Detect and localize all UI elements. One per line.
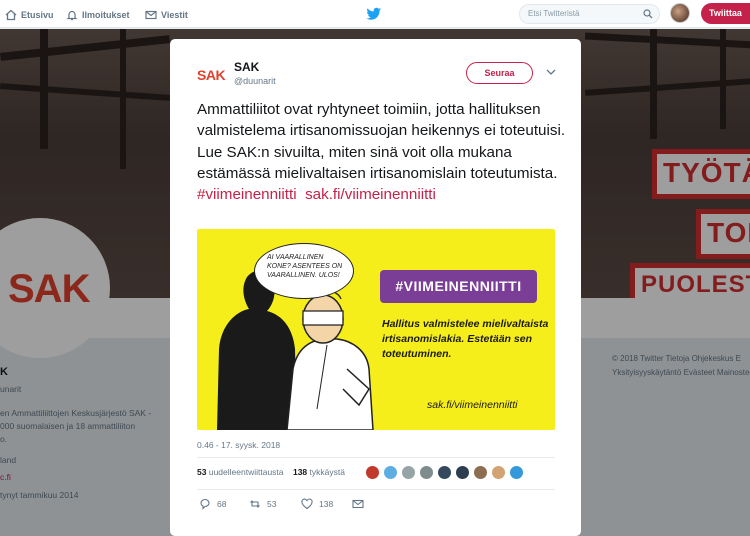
author-name[interactable]: SAK — [234, 60, 259, 74]
reply-icon — [200, 498, 210, 510]
retweet-action[interactable]: 53 — [249, 498, 276, 510]
user-avatar[interactable] — [670, 3, 690, 23]
follow-button[interactable]: Seuraa — [466, 62, 533, 84]
chevron-down-icon[interactable] — [546, 68, 556, 76]
media-body-text: Hallitus valmistelee mielivaltaista irti… — [382, 318, 549, 360]
retweets-count[interactable]: 53 — [197, 467, 206, 477]
message-action[interactable] — [352, 498, 364, 510]
nav-messages[interactable]: Viestit — [145, 7, 188, 23]
liker-avatar[interactable] — [473, 465, 488, 480]
liker-avatar[interactable] — [365, 465, 380, 480]
likers-avatars — [365, 465, 524, 480]
liker-avatar[interactable] — [455, 465, 470, 480]
search-placeholder: Etsi Twitteristä — [528, 9, 580, 18]
liker-avatar[interactable] — [383, 465, 398, 480]
nav-notifications[interactable]: Ilmoitukset — [66, 7, 130, 23]
retweet-count: 53 — [267, 499, 277, 509]
liker-avatar[interactable] — [419, 465, 434, 480]
liker-avatar[interactable] — [401, 465, 416, 480]
liker-avatar[interactable] — [509, 465, 524, 480]
home-icon — [5, 9, 17, 21]
liker-avatar[interactable] — [491, 465, 506, 480]
media-url: sak.fi/viimeinenniitti — [427, 399, 518, 411]
nav-home-label: Etusivu — [21, 10, 54, 20]
media-hashtag-banner: #VIIMEINENNIITTI — [380, 270, 537, 303]
bell-icon — [66, 10, 78, 21]
tweet-button[interactable]: Twiittaa — [701, 3, 750, 24]
top-navigation: Etusivu Ilmoitukset Viestit Etsi Twitter… — [0, 0, 750, 28]
author-avatar[interactable]: SAK — [197, 67, 226, 83]
envelope-icon — [145, 10, 157, 20]
tweet-body: Ammattiliitot ovat ryhtyneet toimiin, jo… — [197, 101, 566, 182]
search-input[interactable]: Etsi Twitteristä — [519, 4, 660, 24]
envelope-icon — [352, 499, 364, 509]
likes-count[interactable]: 138 — [293, 467, 307, 477]
tweet-media-image[interactable]: AI VAARALLINEN KONE? ASENTEES ON VAARALL… — [197, 229, 555, 430]
twitter-bird-icon[interactable] — [366, 7, 382, 21]
divider — [197, 489, 555, 490]
author-handle[interactable]: @duunarit — [234, 76, 276, 86]
tweet-hashtag[interactable]: #viimeinenniitti — [197, 186, 297, 203]
likes-label[interactable]: tykkäystä — [310, 467, 345, 477]
heart-icon — [301, 498, 313, 510]
reply-action[interactable]: 68 — [199, 498, 226, 510]
retweet-icon — [250, 500, 260, 508]
nav-home[interactable]: Etusivu — [5, 7, 54, 23]
tweet-modal: SAK SAK @duunarit Seuraa Ammattiliitot o… — [170, 39, 581, 536]
tweet-timestamp[interactable]: 0.46 - 17. syysk. 2018 — [197, 440, 280, 450]
tweet-stats: 53 uudelleentwiittausta 138 tykkäystä — [197, 467, 345, 477]
retweets-label[interactable]: uudelleentwiittausta — [209, 467, 284, 477]
tweet-link[interactable]: sak.fi/viimeinenniitti — [305, 186, 436, 203]
like-action[interactable]: 138 — [301, 498, 333, 510]
liker-avatar[interactable] — [437, 465, 452, 480]
divider — [197, 457, 555, 458]
speech-bubble: AI VAARALLINEN KONE? ASENTEES ON VAARALL… — [254, 243, 354, 299]
search-icon[interactable] — [643, 9, 653, 19]
like-count: 138 — [319, 499, 334, 509]
nav-notifications-label: Ilmoitukset — [82, 10, 130, 20]
tweet-text: Ammattiliitot ovat ryhtyneet toimiin, jo… — [197, 99, 567, 205]
reply-count: 68 — [217, 499, 227, 509]
nav-messages-label: Viestit — [161, 10, 188, 20]
